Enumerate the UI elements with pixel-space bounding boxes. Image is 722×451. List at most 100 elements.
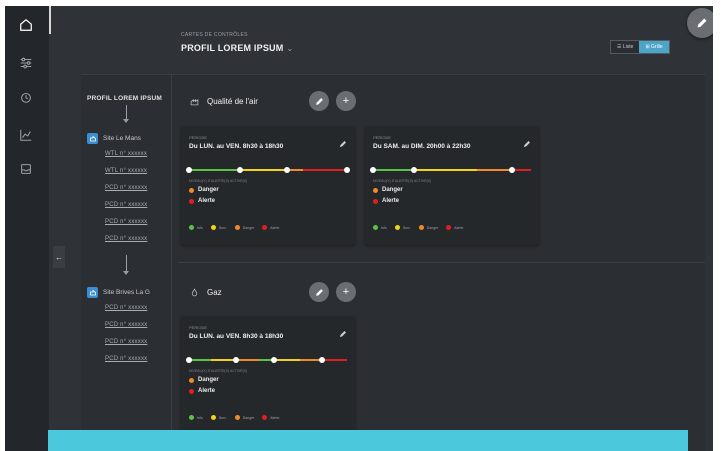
tree-title: PROFIL LOREM IPSUM bbox=[87, 95, 162, 102]
home-icon[interactable] bbox=[17, 16, 35, 34]
scale-knob[interactable] bbox=[186, 357, 192, 363]
chart-icon[interactable] bbox=[17, 126, 35, 144]
page-title[interactable]: PROFIL LOREM IPSUM ⌄ bbox=[181, 43, 293, 53]
add-card-button[interactable]: + bbox=[336, 282, 356, 302]
scale-knob[interactable] bbox=[283, 167, 290, 173]
scale-knob[interactable] bbox=[186, 167, 192, 173]
alert-label: Danger bbox=[382, 187, 403, 193]
tree-item[interactable]: PCD n° xxxxxx bbox=[105, 305, 147, 311]
pencil-icon[interactable] bbox=[339, 135, 347, 147]
pencil-icon[interactable] bbox=[523, 135, 531, 147]
tree-item[interactable]: PCD n° xxxxxx bbox=[105, 185, 147, 191]
sliders-icon[interactable] bbox=[17, 54, 35, 72]
scale-knob[interactable] bbox=[271, 357, 278, 363]
alert-row: Alerte bbox=[189, 198, 215, 204]
card-subtitle: NIVEAU(X) D'ALERTE(S) ACTIVÉ(S) bbox=[189, 179, 248, 183]
section-title: Gaz bbox=[207, 287, 222, 297]
scale-segment-danger bbox=[236, 359, 259, 361]
legend: Info Surv. Danger Alerte bbox=[373, 225, 471, 230]
danger-dot-icon bbox=[189, 187, 194, 193]
tree-item[interactable]: WTL n° xxxxxx bbox=[105, 151, 147, 157]
legend-dot-icon bbox=[234, 225, 240, 230]
alarm-icon[interactable] bbox=[17, 88, 35, 106]
add-card-button[interactable]: + bbox=[336, 91, 356, 111]
legend-label: Info bbox=[381, 225, 387, 230]
legend-dot-icon bbox=[189, 225, 194, 230]
legend-dot-icon bbox=[394, 225, 400, 230]
legend-label: Surv. bbox=[402, 225, 411, 230]
scale-knob[interactable] bbox=[370, 167, 376, 173]
tree-item[interactable]: PCD n° xxxxxx bbox=[105, 202, 147, 208]
grid-view-button[interactable]: ⊞ Grille bbox=[639, 41, 669, 53]
scale-segment-surv bbox=[239, 169, 287, 171]
card-title: Du LUN. au VEN. 8h30 à 18h30 bbox=[189, 143, 284, 150]
edit-section-button[interactable] bbox=[309, 282, 329, 302]
alert-row: Danger bbox=[189, 377, 219, 383]
legend-dot-icon bbox=[189, 415, 194, 420]
legend-dot-icon bbox=[210, 415, 216, 420]
legend: Info Surv. Danger Alerte bbox=[189, 415, 287, 420]
card-subtitle: NIVEAU(X) D'ALERTE(S) ACTIVÉ(S) bbox=[189, 369, 248, 373]
rail-divider bbox=[49, 6, 51, 34]
legend-dot-icon bbox=[373, 225, 378, 230]
plus-icon: + bbox=[342, 286, 350, 298]
scale-knob[interactable] bbox=[509, 167, 516, 173]
threshold-scale bbox=[370, 161, 531, 175]
arrow-left-icon: ← bbox=[55, 252, 63, 262]
site-name: Site Le Mans bbox=[103, 135, 141, 142]
edit-fab-button[interactable] bbox=[687, 8, 713, 38]
card-label: PÉRIODE bbox=[189, 135, 208, 140]
tree-item[interactable]: PCD n° xxxxxx bbox=[105, 236, 147, 242]
list-view-button[interactable]: ☰ Liste bbox=[611, 41, 640, 53]
scale-knob[interactable] bbox=[411, 167, 418, 173]
edit-section-button[interactable] bbox=[309, 91, 329, 111]
page-title-text: PROFIL LOREM IPSUM bbox=[181, 43, 284, 53]
site-brives[interactable]: Site Brives La G bbox=[87, 287, 150, 298]
site-tree: PROFIL LOREM IPSUM Site Le Mans WTL n° x… bbox=[81, 75, 172, 451]
alert-label: Alerte bbox=[198, 388, 216, 394]
scale-segment-alert bbox=[302, 169, 347, 171]
control-card[interactable]: PÉRIODE Du LUN. au VEN. 8h30 à 18h30 NIV… bbox=[181, 317, 355, 435]
scale-segment-surv bbox=[414, 169, 478, 171]
inbox-icon[interactable] bbox=[17, 160, 35, 178]
tree-item[interactable]: PCD n° xxxxxx bbox=[105, 356, 147, 362]
tree-item[interactable]: PCD n° xxxxxx bbox=[105, 219, 147, 225]
alert-row: Alerte bbox=[189, 388, 215, 394]
control-card[interactable]: PÉRIODE Du LUN. au VEN. 8h30 à 18h30 NIV… bbox=[181, 127, 355, 245]
scale-knob[interactable] bbox=[318, 357, 325, 363]
alert-label: Alerte bbox=[198, 198, 216, 204]
legend-label: Alerte bbox=[454, 225, 464, 230]
tree-arrow-icon bbox=[123, 271, 129, 275]
tree-connector bbox=[126, 105, 127, 119]
pencil-icon[interactable] bbox=[339, 325, 347, 337]
legend-dot-icon bbox=[262, 225, 268, 230]
section-title: Qualité de l'air bbox=[207, 96, 258, 106]
site-name: Site Brives La G bbox=[103, 289, 150, 296]
legend-label: Surv. bbox=[218, 225, 227, 230]
collapse-panel-button[interactable]: ← bbox=[53, 246, 65, 268]
legend-label: Info bbox=[197, 225, 203, 230]
pencil-icon bbox=[697, 18, 707, 28]
pencil-icon bbox=[315, 288, 323, 296]
air-quality-icon bbox=[189, 96, 199, 106]
scale-knob[interactable] bbox=[344, 167, 350, 173]
alert-dot-icon bbox=[373, 198, 378, 204]
tree-item[interactable]: PCD n° xxxxxx bbox=[105, 322, 147, 328]
tree-item[interactable]: PCD n° xxxxxx bbox=[105, 339, 147, 345]
scale-segment-surv bbox=[274, 359, 300, 361]
scale-knob[interactable] bbox=[236, 167, 243, 173]
tree-item[interactable]: WTL n° xxxxxx bbox=[105, 168, 147, 174]
alert-label: Alerte bbox=[382, 198, 400, 204]
card-title: Du LUN. au VEN. 8h30 à 18h30 bbox=[189, 333, 284, 340]
legend-label: Info bbox=[197, 415, 203, 420]
alert-row: Danger bbox=[373, 187, 403, 193]
threshold-scale bbox=[186, 351, 347, 365]
card-title: Du SAM. au DIM. 20h00 à 22h30 bbox=[373, 143, 471, 150]
tree-connector bbox=[126, 255, 127, 271]
left-nav-rail bbox=[5, 6, 49, 451]
scale-knob[interactable] bbox=[233, 357, 240, 363]
control-card[interactable]: PÉRIODE Du SAM. au DIM. 20h00 à 22h30 NI… bbox=[365, 127, 539, 245]
plus-icon: + bbox=[342, 95, 350, 107]
site-le-mans[interactable]: Site Le Mans bbox=[87, 133, 141, 144]
legend-label: Alerte bbox=[270, 225, 280, 230]
